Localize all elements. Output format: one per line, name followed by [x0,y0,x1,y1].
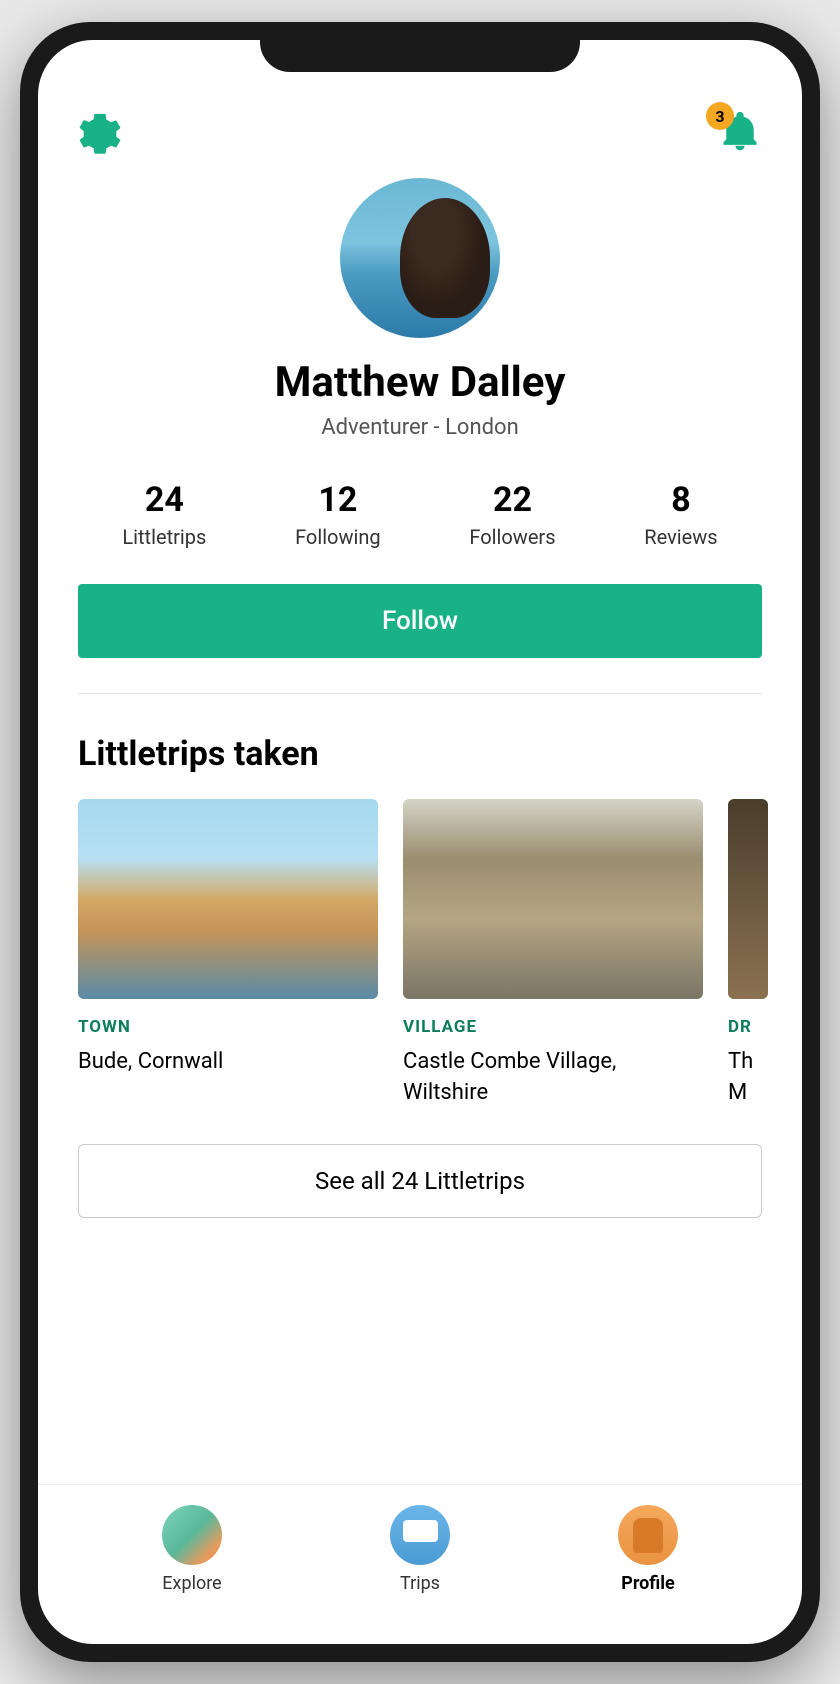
trip-image [728,799,768,999]
settings-button[interactable] [78,112,122,156]
app-content: 3 Matthew Dalley Adventurer - London 24 … [38,40,802,1644]
follow-button[interactable]: Follow [78,584,762,658]
trip-name: Castle Combe Village, Wiltshire [403,1047,703,1109]
notification-badge: 3 [706,102,734,130]
stat-value: 24 [145,480,184,520]
section-title: Littletrips taken [78,734,802,774]
see-all-button[interactable]: See all 24 Littletrips [78,1144,762,1218]
nav-label: Explore [162,1573,221,1594]
trip-image [403,799,703,999]
stats-row: 24 Littletrips 12 Following 22 Followers… [78,480,762,549]
stat-value: 12 [318,480,357,520]
trip-card-partial[interactable]: DR Th M [728,799,768,1109]
stat-label: Following [295,525,381,549]
stat-value: 22 [493,480,532,520]
trip-image [78,799,378,999]
profile-subtitle: Adventurer - London [321,415,518,440]
trip-category: TOWN [78,1017,378,1037]
nav-profile[interactable]: Profile [618,1505,678,1594]
profile-section: Matthew Dalley Adventurer - London 24 Li… [38,178,802,694]
trip-category: VILLAGE [403,1017,703,1037]
trip-name: Th M [728,1047,768,1109]
trip-card[interactable]: TOWN Bude, Cornwall [78,799,378,1109]
trips-scroll[interactable]: TOWN Bude, Cornwall VILLAGE Castle Combe… [78,799,802,1109]
stat-following[interactable]: 12 Following [295,480,381,549]
trip-name: Bude, Cornwall [78,1047,378,1078]
trips-section: Littletrips taken TOWN Bude, Cornwall VI… [38,694,802,1484]
gear-icon [78,112,122,156]
stat-followers[interactable]: 22 Followers [469,480,555,549]
nav-label: Profile [621,1573,675,1594]
trip-category: DR [728,1017,768,1037]
profile-icon [618,1505,678,1565]
stat-label: Littletrips [122,525,206,549]
nav-label: Trips [400,1573,440,1594]
phone-frame: 3 Matthew Dalley Adventurer - London 24 … [20,22,820,1662]
phone-notch [260,22,580,72]
phone-screen: 3 Matthew Dalley Adventurer - London 24 … [38,40,802,1644]
stat-littletrips[interactable]: 24 Littletrips [122,480,206,549]
explore-icon [162,1505,222,1565]
stat-reviews[interactable]: 8 Reviews [644,480,717,549]
trip-card[interactable]: VILLAGE Castle Combe Village, Wiltshire [403,799,703,1109]
nav-explore[interactable]: Explore [162,1505,222,1594]
avatar[interactable] [340,178,500,338]
stat-label: Reviews [644,525,717,549]
stat-value: 8 [671,480,691,520]
profile-name: Matthew Dalley [275,358,566,407]
stat-label: Followers [469,525,555,549]
bottom-nav: Explore Trips Profile [38,1484,802,1644]
nav-trips[interactable]: Trips [390,1505,450,1594]
trips-icon [390,1505,450,1565]
notifications-button[interactable]: 3 [718,110,762,158]
